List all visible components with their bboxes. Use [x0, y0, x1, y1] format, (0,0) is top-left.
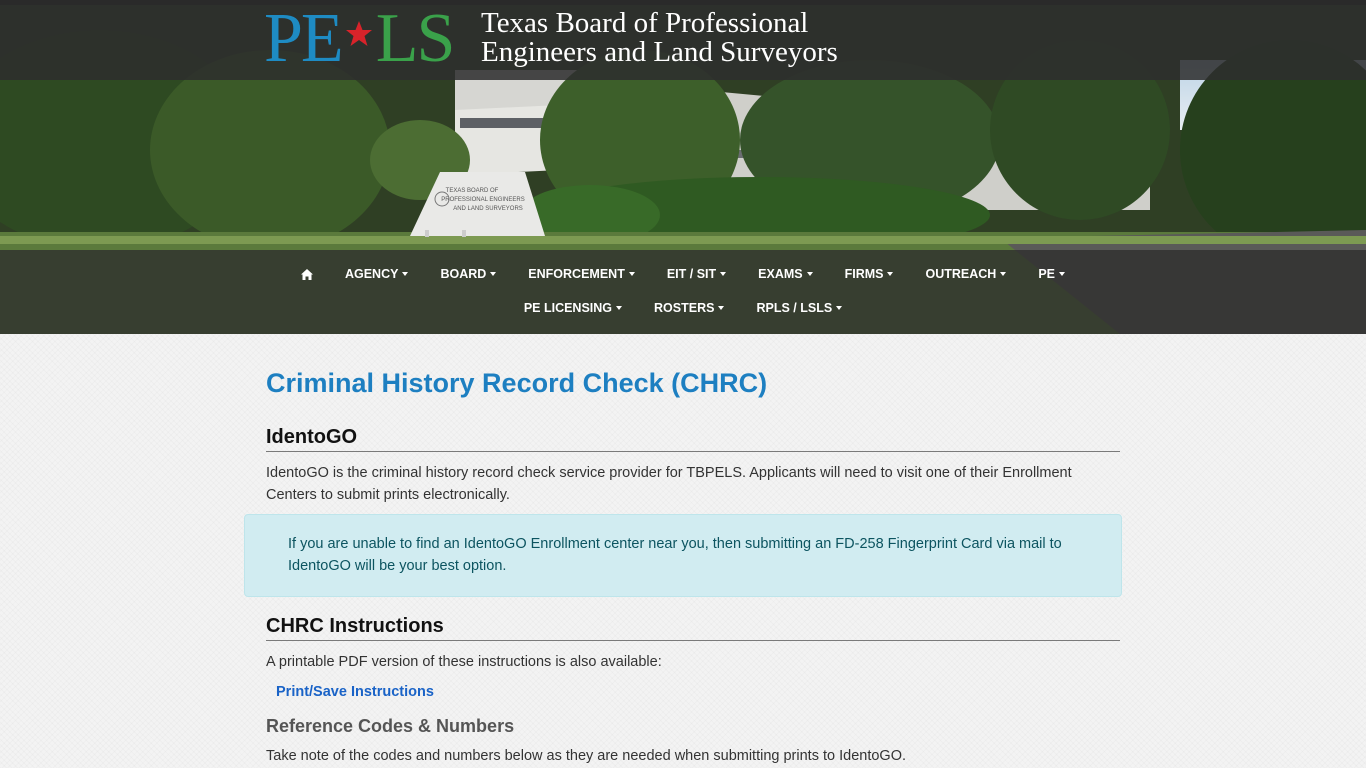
caret-down-icon [718, 306, 725, 310]
nav-board[interactable]: BOARD [424, 267, 512, 281]
reference-codes-heading: Reference Codes & Numbers [266, 716, 515, 736]
nav-home[interactable] [285, 268, 329, 280]
nav-rpls-lsls[interactable]: RPLS / LSLS [740, 301, 858, 315]
caret-down-icon [836, 306, 843, 310]
nav-pe-licensing[interactable]: PE LICENSING [508, 301, 638, 315]
nav-enforcement-label: ENFORCEMENT [528, 267, 625, 281]
nav-outreach[interactable]: OUTREACH [909, 267, 1022, 281]
nav-rpls-lsls-label: RPLS / LSLS [756, 301, 833, 315]
sign-text-3: AND LAND SURVEYORS [453, 206, 523, 212]
pels-logo[interactable]: PE LS [264, 4, 455, 74]
nav-rosters-label: ROSTERS [654, 301, 715, 315]
instructions-description: A printable PDF version of these instruc… [266, 654, 662, 670]
caret-down-icon [1059, 272, 1066, 276]
nav-agency-label: AGENCY [344, 267, 399, 281]
identogo-description: IdentoGO is the criminal history record … [266, 465, 1072, 503]
caret-down-icon [616, 306, 623, 310]
info-alert-text: If you are unable to find an IdentoGO En… [288, 536, 1062, 574]
site-header: TEXAS BOARD OF PROFESSIONAL ENGINEERS AN… [0, 0, 1366, 334]
caret-down-icon [887, 272, 894, 276]
nav-pe[interactable]: PE [1022, 267, 1081, 281]
nav-enforcement[interactable]: ENFORCEMENT [512, 267, 651, 281]
nav-exams[interactable]: EXAMS [742, 267, 828, 281]
nav-pe-label: PE [1038, 267, 1056, 281]
info-alert: If you are unable to find an IdentoGO En… [244, 514, 1122, 597]
page-title: Criminal History Record Check (CHRC) [266, 368, 768, 398]
caret-down-icon [1000, 272, 1007, 276]
caret-down-icon [402, 272, 409, 276]
nav-rosters[interactable]: ROSTERS [638, 301, 740, 315]
nav-board-label: BOARD [440, 267, 487, 281]
sign-text-2: PROFESSIONAL ENGINEERS [441, 197, 524, 203]
reference-codes-description: Take note of the codes and numbers below… [266, 748, 907, 764]
caret-down-icon [490, 272, 497, 276]
home-icon [300, 268, 313, 280]
nav-firms[interactable]: FIRMS [829, 267, 910, 281]
nav-agency[interactable]: AGENCY [329, 267, 424, 281]
nav-row-1: AGENCY BOARD ENFORCEMENT EIT / SIT EXAMS… [0, 257, 1366, 291]
caret-down-icon [628, 272, 635, 276]
nav-row-2: PE LICENSING ROSTERS RPLS / LSLS [0, 291, 1366, 325]
nav-exams-label: EXAMS [758, 267, 803, 281]
nav-eit-sit-label: EIT / SIT [666, 267, 717, 281]
agency-name[interactable]: Texas Board of Professional Engineers an… [481, 9, 838, 67]
agency-name-line2: Engineers and Land Surveyors [481, 36, 838, 68]
main-nav: AGENCY BOARD ENFORCEMENT EIT / SIT EXAMS… [0, 250, 1366, 334]
identogo-heading: IdentoGO [266, 426, 1120, 452]
logo-pe-text: PE [264, 0, 344, 77]
print-save-instructions-link[interactable]: Print/Save Instructions [276, 684, 434, 700]
nav-pe-licensing-label: PE LICENSING [523, 301, 613, 315]
chrc-instructions-heading: CHRC Instructions [266, 615, 1120, 641]
sign-text-1: TEXAS BOARD OF [446, 188, 499, 194]
logo-ls-text: LS [375, 0, 456, 77]
nav-firms-label: FIRMS [844, 267, 884, 281]
caret-down-icon [806, 272, 813, 276]
nav-eit-sit[interactable]: EIT / SIT [651, 267, 742, 281]
nav-outreach-label: OUTREACH [925, 267, 997, 281]
caret-down-icon [720, 272, 727, 276]
texas-star-icon [345, 21, 372, 46]
agency-name-line1: Texas Board of Professional [481, 7, 809, 39]
